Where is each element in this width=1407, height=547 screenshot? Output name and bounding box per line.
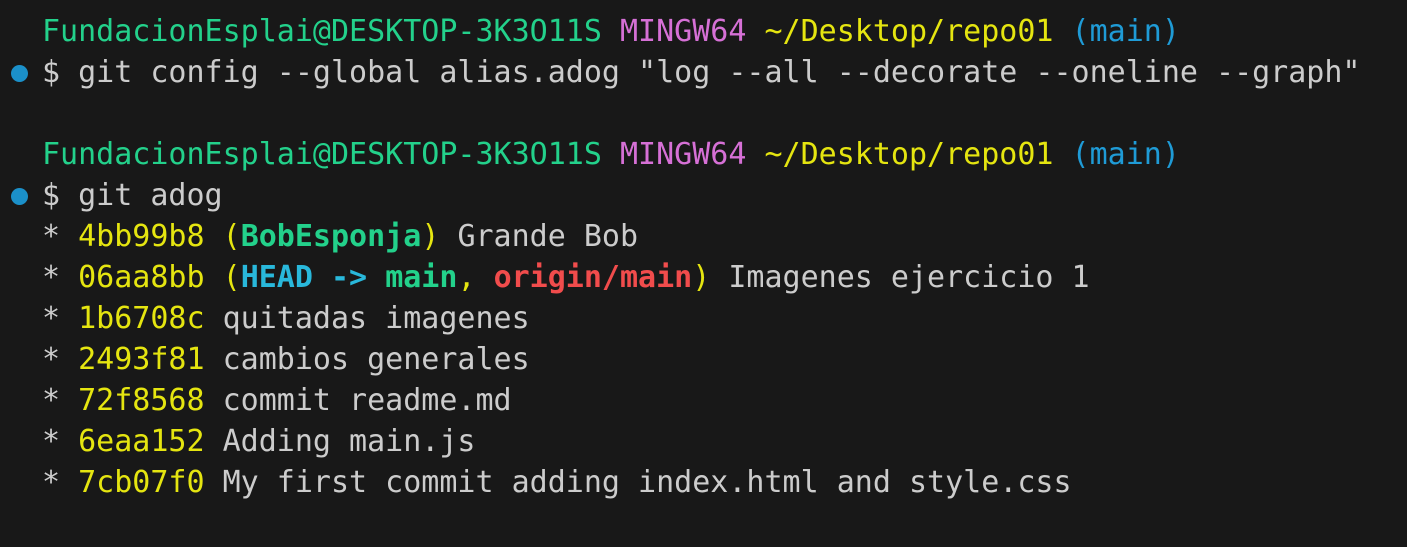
- log-entry: * 4bb99b8 (BobEsponja) Grande Bob: [0, 216, 1407, 257]
- ref-arrow: ->: [312, 260, 386, 295]
- ref-paren-open: (: [222, 260, 241, 295]
- graph-marker: *: [42, 301, 61, 336]
- prompt-user-host: FundacionEsplai@DESKTOP-3K3O11S: [42, 137, 602, 172]
- command-status-dot-icon[interactable]: [11, 65, 28, 82]
- commit-hash: 6eaa152: [78, 424, 205, 459]
- prompt-symbol: $: [42, 55, 61, 90]
- commit-hash: 1b6708c: [78, 301, 205, 336]
- ref-local-branch: main: [385, 260, 458, 295]
- commit-message: quitadas imagenes: [222, 301, 530, 336]
- command-status-dot-icon[interactable]: [11, 188, 28, 205]
- prompt-path: ~/Desktop/repo01: [764, 137, 1054, 172]
- commit-hash: 72f8568: [78, 383, 205, 418]
- ref-separator: ,: [457, 260, 494, 295]
- prompt-system: MINGW64: [619, 14, 747, 49]
- log-entry: * 6eaa152 Adding main.js: [0, 421, 1407, 462]
- commit-message: My first commit adding index.html and st…: [222, 465, 1072, 500]
- commit-message: Imagenes ejercicio 1: [728, 260, 1090, 295]
- log-entry: * 72f8568 commit readme.md: [0, 380, 1407, 421]
- graph-marker: *: [42, 424, 61, 459]
- graph-marker: *: [42, 383, 61, 418]
- log-entry: * 06aa8bb (HEAD -> main, origin/main) Im…: [0, 257, 1407, 298]
- commit-hash: 4bb99b8: [78, 219, 205, 254]
- prompt-branch: (main): [1071, 137, 1180, 172]
- graph-marker: *: [42, 219, 61, 254]
- ref-paren-close: ): [692, 260, 711, 295]
- prompt-line: FundacionEsplai@DESKTOP-3K3O11S MINGW64 …: [0, 134, 1407, 175]
- graph-marker: *: [42, 465, 61, 500]
- commit-message: cambios generales: [222, 342, 530, 377]
- terminal-output[interactable]: FundacionEsplai@DESKTOP-3K3O11S MINGW64 …: [0, 0, 1407, 547]
- commit-message: commit readme.md: [222, 383, 512, 418]
- prompt-symbol: $: [42, 178, 61, 213]
- prompt-line: FundacionEsplai@DESKTOP-3K3O11S MINGW64 …: [0, 11, 1407, 52]
- prompt-path: ~/Desktop/repo01: [764, 14, 1054, 49]
- command-text: git config --global alias.adog "log --al…: [78, 55, 1361, 90]
- ref-local-branch: BobEsponja: [240, 219, 422, 254]
- ref-paren-close: ): [421, 219, 440, 254]
- graph-marker: *: [42, 260, 61, 295]
- prompt-user-host: FundacionEsplai@DESKTOP-3K3O11S: [42, 14, 602, 49]
- graph-marker: *: [42, 342, 61, 377]
- prompt-system: MINGW64: [619, 137, 747, 172]
- log-entry: * 1b6708c quitadas imagenes: [0, 298, 1407, 339]
- command-text: git adog: [78, 178, 223, 213]
- log-entry: * 2493f81 cambios generales: [0, 339, 1407, 380]
- log-entry: * 7cb07f0 My first commit adding index.h…: [0, 462, 1407, 503]
- ref-remote-branch: origin/main: [493, 260, 693, 295]
- command-line: $ git config --global alias.adog "log --…: [0, 52, 1407, 93]
- prompt-branch: (main): [1071, 14, 1180, 49]
- ref-paren-open: (: [222, 219, 241, 254]
- commit-message: Adding main.js: [222, 424, 476, 459]
- commit-hash: 06aa8bb: [78, 260, 205, 295]
- commit-hash: 7cb07f0: [78, 465, 205, 500]
- command-line: $ git adog: [0, 175, 1407, 216]
- ref-head: HEAD: [240, 260, 313, 295]
- commit-message: Grande Bob: [457, 219, 639, 254]
- commit-hash: 2493f81: [78, 342, 205, 377]
